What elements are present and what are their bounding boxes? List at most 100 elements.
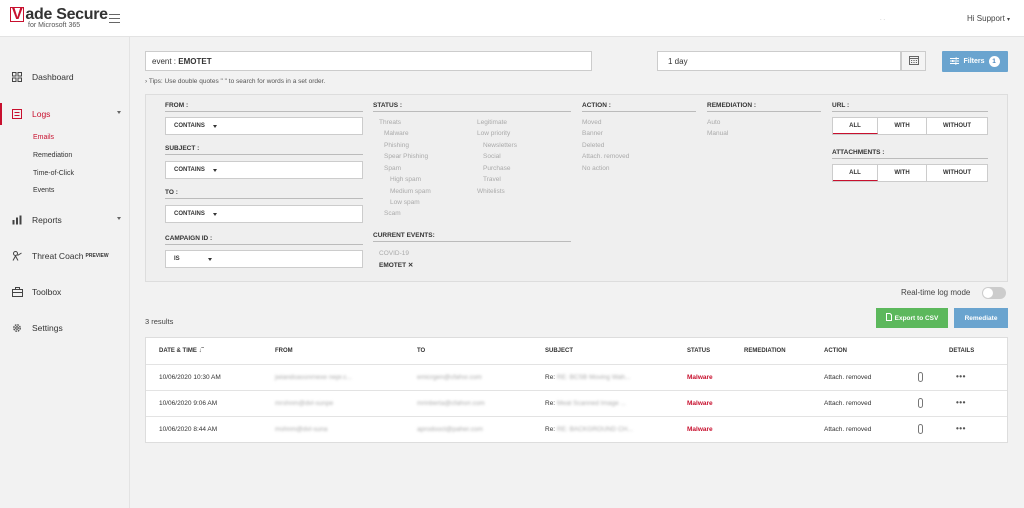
calendar-button[interactable] bbox=[901, 51, 926, 71]
from-operator-select[interactable]: CONTAINS bbox=[165, 117, 363, 135]
url-with-option[interactable]: WITH bbox=[878, 118, 927, 134]
more-options-icon[interactable]: ••• bbox=[956, 424, 966, 433]
status-option[interactable]: High spam bbox=[390, 176, 421, 183]
action-option[interactable]: Deleted bbox=[582, 142, 604, 149]
chevron-right-icon: › bbox=[145, 78, 148, 85]
caret-down-icon bbox=[207, 257, 212, 261]
briefcase-icon bbox=[11, 286, 23, 298]
filters-count-badge: 1 bbox=[988, 56, 1000, 67]
remediation-option[interactable]: Manual bbox=[707, 130, 728, 137]
status-option[interactable]: Low priority bbox=[477, 130, 510, 137]
sidebar-item-threat-coach[interactable]: Threat Coach PREVIEW bbox=[0, 245, 130, 267]
coach-icon bbox=[11, 250, 23, 262]
column-header-remediation: REMEDIATION bbox=[744, 348, 786, 354]
sidebar-subitem-remediation[interactable]: Remediation bbox=[33, 152, 72, 159]
column-header-action: ACTION bbox=[824, 348, 847, 354]
status-option[interactable]: Threats bbox=[379, 119, 401, 126]
sidebar-item-label: Logs bbox=[32, 109, 51, 119]
status-option[interactable]: Legitimate bbox=[477, 119, 507, 126]
action-option[interactable]: Moved bbox=[582, 119, 602, 126]
column-header-subject: SUBJECT bbox=[545, 348, 574, 354]
row-from: mshnm@dvl-suna bbox=[275, 426, 328, 433]
row-subject: Re: Meat Scanned Image ... bbox=[545, 400, 626, 407]
row-action: Attach. removed bbox=[824, 426, 872, 433]
sidebar-item-logs[interactable]: Logs bbox=[0, 103, 130, 125]
search-input[interactable]: event : EMOTET bbox=[145, 51, 592, 71]
campaign-operator-select[interactable]: IS bbox=[165, 250, 363, 268]
row-date: 10/06/2020 10:30 AM bbox=[159, 374, 221, 381]
active-event-tag[interactable]: EMOTET ✕ bbox=[379, 261, 413, 269]
top-bar: Vade Secure for Microsoft 365 . . Hi Sup… bbox=[0, 0, 1024, 37]
status-option[interactable]: Newsletters bbox=[483, 142, 517, 149]
status-option[interactable]: Social bbox=[483, 153, 501, 160]
table-row[interactable]: 10/06/2020 9:06 AM mrshnm@dvl-sunpe mrin… bbox=[146, 390, 1007, 416]
status-option[interactable]: Purchase bbox=[483, 165, 510, 172]
sidebar: Dashboard Logs Emails Remediation Time-o… bbox=[0, 37, 130, 508]
chart-icon bbox=[11, 214, 23, 226]
sidebar-item-settings[interactable]: Settings bbox=[0, 317, 130, 339]
more-options-icon[interactable]: ••• bbox=[956, 398, 966, 407]
attachments-label: ATTACHMENTS : bbox=[832, 149, 885, 156]
status-option[interactable]: Whitelists bbox=[477, 188, 505, 195]
realtime-label: Real-time log mode bbox=[901, 288, 971, 297]
paperclip-icon bbox=[918, 424, 923, 434]
caret-down-icon bbox=[212, 168, 217, 172]
url-without-option[interactable]: WITHOUT bbox=[927, 118, 987, 134]
more-options-icon[interactable]: ••• bbox=[956, 372, 966, 381]
status-option[interactable]: Malware bbox=[384, 130, 409, 137]
column-header-status: STATUS bbox=[687, 348, 711, 354]
row-to: mrinberta@cfahsrr.com bbox=[417, 400, 485, 407]
sidebar-item-toolbox[interactable]: Toolbox bbox=[0, 281, 130, 303]
action-option[interactable]: Banner bbox=[582, 130, 603, 137]
filters-button[interactable]: Filters 1 bbox=[942, 51, 1008, 72]
vade-secure-logo[interactable]: Vade Secure for Microsoft 365 bbox=[10, 7, 108, 31]
close-icon[interactable]: ✕ bbox=[408, 262, 413, 269]
status-option[interactable]: Spear Phishing bbox=[384, 153, 428, 160]
date-range-input[interactable]: 1 day bbox=[657, 51, 901, 71]
event-option[interactable]: COVID-19 bbox=[379, 250, 409, 257]
action-label: ACTION : bbox=[582, 102, 611, 109]
caret-down-icon bbox=[212, 212, 217, 216]
export-csv-button[interactable]: Export to CSV bbox=[876, 308, 948, 328]
column-header-to: TO bbox=[417, 348, 426, 354]
chevron-down-icon bbox=[117, 111, 121, 114]
sidebar-item-reports[interactable]: Reports bbox=[0, 209, 130, 231]
action-option[interactable]: No action bbox=[582, 165, 609, 172]
sidebar-subitem-time-of-click[interactable]: Time-of-Click bbox=[33, 170, 74, 177]
hamburger-menu-icon[interactable] bbox=[109, 14, 120, 24]
status-option[interactable]: Travel bbox=[483, 176, 501, 183]
row-from: jwiandoassnrnexe nepr.c... bbox=[275, 374, 352, 381]
status-option[interactable]: Spam bbox=[384, 165, 401, 172]
url-all-option[interactable]: ALL bbox=[833, 118, 878, 134]
subject-operator-select[interactable]: CONTAINS bbox=[165, 161, 363, 179]
row-status: Malware bbox=[687, 400, 713, 407]
sidebar-item-label: Settings bbox=[32, 323, 63, 333]
divider bbox=[165, 198, 363, 199]
status-option[interactable]: Scam bbox=[384, 210, 401, 217]
sidebar-item-dashboard[interactable]: Dashboard bbox=[0, 66, 130, 88]
realtime-toggle[interactable] bbox=[982, 287, 1006, 299]
row-subject: Re: RE: BACKGROUND CH... bbox=[545, 426, 633, 433]
attachments-without-option[interactable]: WITHOUT bbox=[927, 165, 987, 181]
status-label: STATUS : bbox=[373, 102, 403, 109]
column-header-date[interactable]: DATE & TIME ↓‾ bbox=[159, 348, 204, 354]
status-option[interactable]: Low spam bbox=[390, 199, 420, 206]
to-operator-select[interactable]: CONTAINS bbox=[165, 205, 363, 223]
sliders-icon bbox=[950, 57, 960, 67]
divider bbox=[832, 111, 988, 112]
table-row[interactable]: 10/06/2020 10:30 AM jwiandoassnrnexe nep… bbox=[146, 364, 1007, 390]
attachments-with-option[interactable]: WITH bbox=[878, 165, 927, 181]
gear-icon bbox=[11, 322, 23, 334]
from-label: FROM : bbox=[165, 102, 189, 109]
action-option[interactable]: Attach. removed bbox=[582, 153, 629, 160]
sidebar-subitem-events[interactable]: Events bbox=[33, 187, 54, 194]
remediate-button[interactable]: Remediate bbox=[954, 308, 1008, 328]
status-option[interactable]: Phishing bbox=[384, 142, 409, 149]
status-option[interactable]: Medium spam bbox=[390, 188, 431, 195]
attachments-all-option[interactable]: ALL bbox=[833, 165, 878, 181]
sidebar-subitem-emails[interactable]: Emails bbox=[33, 134, 54, 141]
remediation-option[interactable]: Auto bbox=[707, 119, 720, 126]
row-subject: Re: RE: BCSB Moving Wah... bbox=[545, 374, 631, 381]
user-menu[interactable]: Hi Support ▾ bbox=[967, 14, 1010, 23]
table-row[interactable]: 10/06/2020 8:44 AM mshnm@dvl-suna aprodo… bbox=[146, 416, 1007, 442]
